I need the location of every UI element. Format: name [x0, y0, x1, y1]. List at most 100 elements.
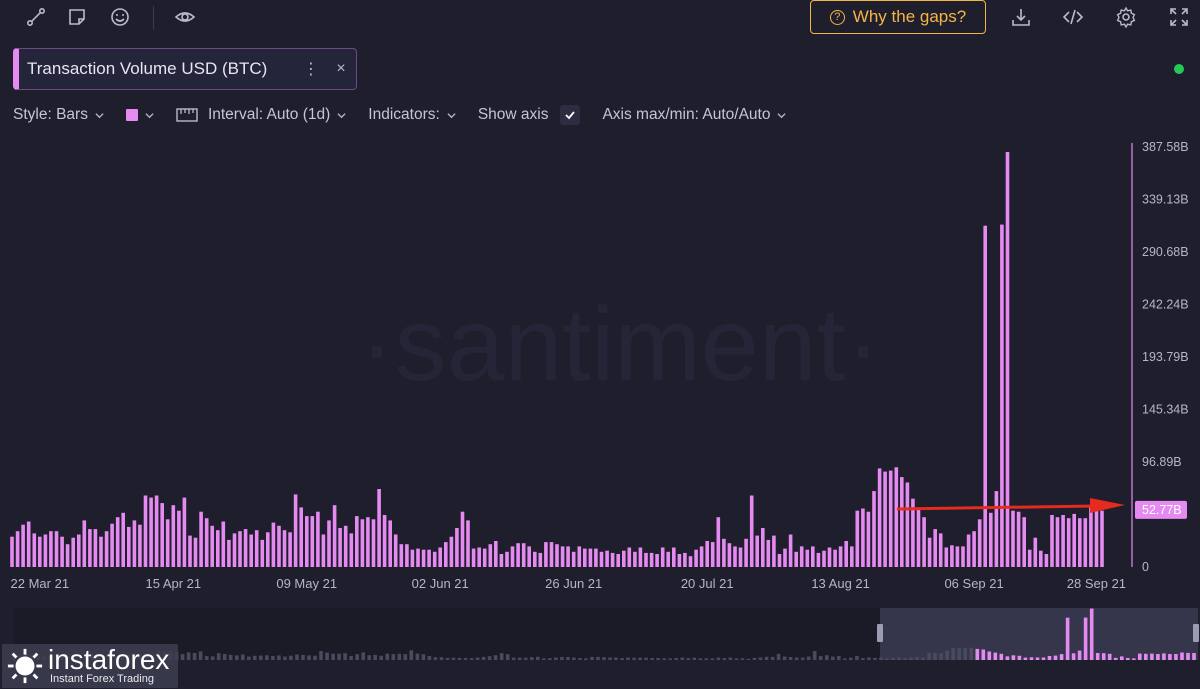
- bar: [510, 546, 515, 567]
- bar: [955, 546, 960, 567]
- why-the-gaps-button[interactable]: ? Why the gaps?: [810, 0, 986, 34]
- show-axis-toggle[interactable]: Show axis: [478, 105, 581, 125]
- bar: [127, 526, 131, 567]
- bar: [32, 533, 37, 567]
- sticky-note-icon[interactable]: [64, 4, 90, 30]
- navigator-bar: [536, 656, 540, 660]
- bar: [816, 552, 821, 567]
- bar: [421, 549, 426, 567]
- download-icon[interactable]: [1008, 4, 1034, 30]
- navigator-bar: [650, 658, 654, 660]
- navigator-bar: [1192, 653, 1196, 660]
- y-tick-label: 339.13B: [1142, 193, 1189, 207]
- navigator-bar: [662, 658, 666, 660]
- navigator-bar: [361, 652, 365, 660]
- bar: [88, 529, 92, 567]
- navigator-bar: [1126, 658, 1130, 660]
- axis-range-dropdown[interactable]: Axis max/min: Auto/Auto: [602, 106, 787, 124]
- bar: [193, 537, 198, 567]
- bar: [833, 549, 837, 567]
- bar: [188, 535, 192, 567]
- pencil-line-icon[interactable]: [23, 4, 49, 30]
- bar: [15, 531, 20, 567]
- indicators-dropdown[interactable]: Indicators:: [368, 106, 456, 124]
- expand-icon[interactable]: [1166, 4, 1192, 30]
- y-tick-label: 242.24B: [1142, 297, 1189, 311]
- navigator-bar: [746, 658, 751, 660]
- navigator-bar: [963, 648, 967, 660]
- bar: [927, 537, 932, 567]
- bar: [110, 523, 114, 567]
- color-dropdown[interactable]: [125, 109, 154, 121]
- bar: [488, 544, 493, 567]
- metric-tag[interactable]: Transaction Volume USD (BTC) ⋮ ×: [13, 48, 357, 90]
- navigator-bar: [614, 657, 618, 660]
- bar: [1083, 518, 1088, 567]
- navigator-bar: [572, 657, 576, 660]
- bar: [777, 554, 782, 567]
- bar: [1033, 537, 1038, 567]
- bar: [321, 534, 326, 567]
- navigator-bar: [999, 653, 1004, 660]
- bar: [894, 467, 899, 567]
- navigator-bar: [1095, 653, 1100, 660]
- question-icon: ?: [829, 9, 845, 25]
- bar: [1011, 510, 1015, 567]
- navigator-bar: [885, 658, 889, 660]
- navigator-bar: [939, 653, 943, 660]
- navigator-bar: [608, 657, 612, 660]
- bar: [866, 511, 871, 567]
- bar: [399, 544, 404, 567]
- navigator-bar: [1065, 617, 1070, 660]
- x-tick-label: 02 Jun 21: [412, 576, 469, 591]
- bar: [260, 539, 265, 567]
- code-icon[interactable]: [1060, 4, 1086, 30]
- navigator-bar: [415, 653, 420, 660]
- navigator-bar: [728, 657, 733, 660]
- navigator-bar: [831, 656, 835, 660]
- navigator-bar: [578, 658, 582, 660]
- bar: [699, 546, 704, 567]
- show-axis-checkbox[interactable]: [560, 105, 581, 125]
- navigator-bar: [1035, 657, 1040, 660]
- navigator-bar: [210, 656, 215, 660]
- bar: [811, 546, 815, 567]
- interval-dropdown[interactable]: Interval: Auto (1d): [176, 106, 346, 124]
- bar: [761, 528, 765, 567]
- metric-close-button[interactable]: ×: [326, 60, 356, 78]
- navigator-bar: [1120, 656, 1124, 660]
- navigator-bar: [674, 658, 678, 660]
- bar: [210, 525, 214, 567]
- bar: [683, 552, 687, 567]
- bar: [527, 546, 531, 567]
- gear-icon[interactable]: [1113, 4, 1139, 30]
- bar: [377, 489, 381, 567]
- bar: [688, 556, 693, 567]
- bar: [850, 546, 854, 567]
- bar: [855, 510, 860, 567]
- bar: [566, 546, 570, 567]
- bar: [633, 551, 637, 567]
- smiley-icon[interactable]: [107, 4, 133, 30]
- navigator-bar: [307, 655, 311, 660]
- navigator-bar: [511, 657, 516, 660]
- bar: [427, 549, 431, 567]
- navigator-bar: [241, 654, 245, 660]
- bar: [533, 551, 537, 567]
- navigator-bar: [879, 657, 883, 660]
- annotation-arrow: [896, 498, 1125, 513]
- y-tick-label: 387.58B: [1142, 140, 1189, 154]
- eye-icon[interactable]: [172, 4, 198, 30]
- navigator-bar: [933, 652, 937, 660]
- style-dropdown[interactable]: Style: Bars: [13, 106, 104, 124]
- navigator-bar: [1041, 657, 1046, 660]
- bar: [1055, 517, 1060, 567]
- navigator-bar: [909, 657, 913, 660]
- navigator-bar: [861, 658, 865, 660]
- bar: [744, 538, 748, 567]
- bar: [165, 519, 170, 567]
- axis-range-label: Axis max/min: Auto/Auto: [602, 106, 771, 123]
- y-tick-label: 0: [1142, 560, 1149, 574]
- navigator-bar: [1150, 653, 1154, 660]
- metric-more-button[interactable]: ⋮: [296, 59, 326, 79]
